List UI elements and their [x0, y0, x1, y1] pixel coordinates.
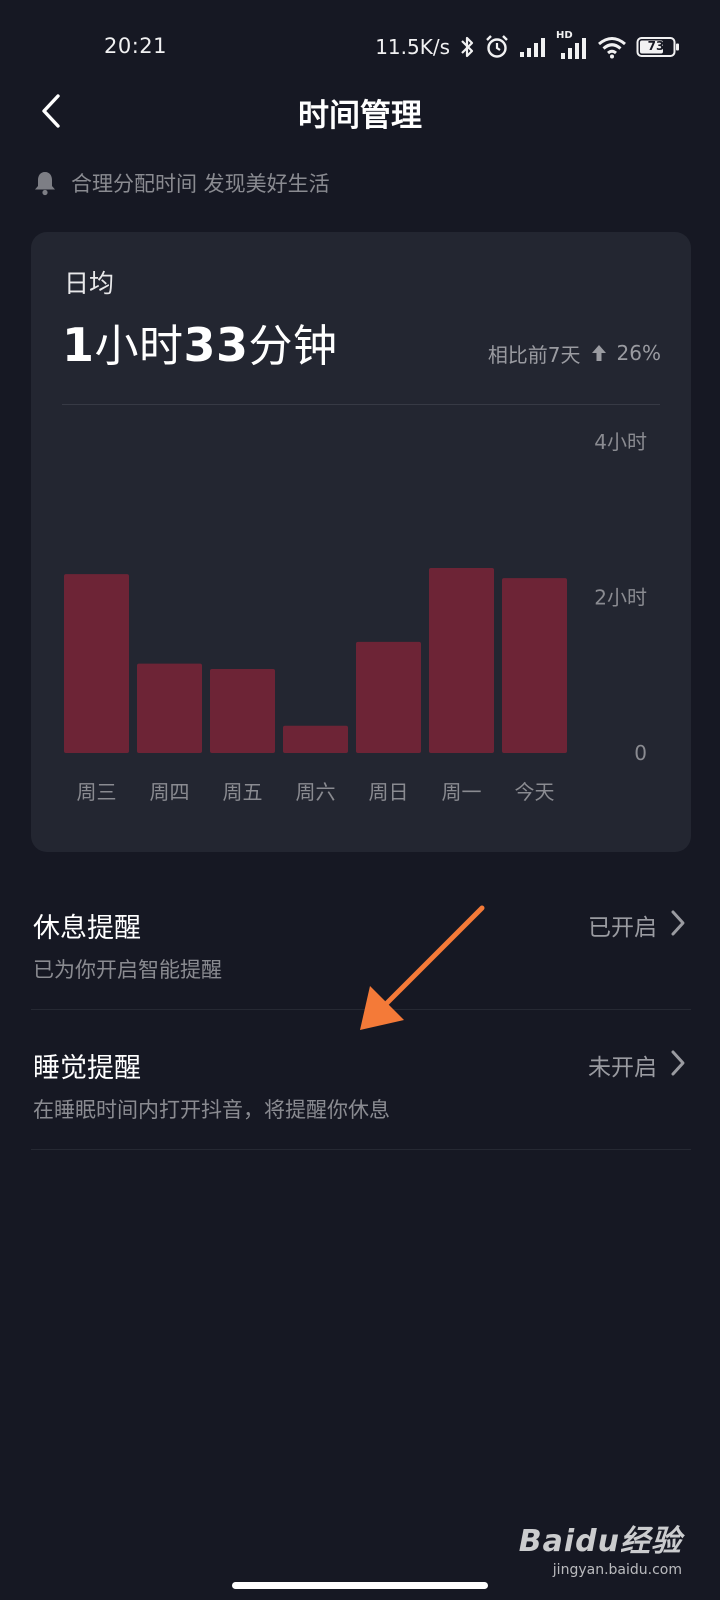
x-tick-label: 周日 — [369, 780, 409, 804]
bar-2 — [210, 669, 275, 753]
bluetooth-icon — [459, 35, 475, 59]
battery-level: 73 — [647, 39, 665, 53]
home-indicator[interactable] — [232, 1582, 488, 1589]
bar-6 — [502, 578, 567, 753]
x-tick-label: 周五 — [223, 780, 263, 804]
rest-reminder-title: 休息提醒 — [33, 913, 141, 944]
annotation-arrow-icon — [360, 905, 485, 1030]
wifi-icon — [597, 35, 627, 59]
bar-3 — [283, 725, 348, 753]
page-title: 时间管理 — [298, 98, 422, 134]
x-tick-label: 周六 — [296, 780, 336, 804]
x-tick-label: 今天 — [515, 780, 555, 804]
sleep-reminder-title: 睡觉提醒 — [33, 1053, 141, 1084]
x-tick-label: 周一 — [442, 780, 482, 804]
tip-text: 合理分配时间 发现美好生活 — [71, 172, 330, 196]
x-tick-label: 周三 — [77, 780, 117, 804]
baidu-watermark: Baidu经验 jingyan.baidu.com — [519, 1516, 682, 1578]
alarm-icon — [484, 34, 510, 60]
signal-icon — [519, 36, 547, 58]
x-tick-label: 周四 — [150, 780, 190, 804]
status-icons: 11.5K/s HD 73 — [375, 30, 680, 62]
chevron-right-icon — [665, 1048, 691, 1078]
rest-reminder-subtitle: 已为你开启智能提醒 — [33, 958, 222, 982]
status-time: 20:21 — [104, 34, 168, 58]
usage-bar-chart: 周三 周四 周五 周六 周日 周一 今天 4小时 2小时 0 — [64, 430, 647, 804]
bar-0 — [64, 574, 129, 753]
network-speed: 11.5K/s — [375, 35, 450, 59]
signal-hd-icon: HD — [556, 30, 588, 60]
chevron-right-icon — [665, 908, 691, 938]
bar-1 — [137, 663, 202, 753]
rest-reminder-status: 已开启 — [588, 915, 657, 941]
hd-badge: HD — [556, 30, 573, 41]
nav-bar: 时间管理 — [0, 80, 720, 144]
y-tick-label: 2小时 — [594, 586, 647, 610]
battery-icon: 73 — [636, 36, 680, 58]
y-tick-label: 0 — [634, 741, 647, 765]
sleep-reminder-status: 未开启 — [588, 1055, 657, 1081]
watermark-url: jingyan.baidu.com — [552, 1562, 682, 1578]
bar-5 — [429, 567, 494, 753]
watermark-logo: Baidu经验 — [518, 1524, 682, 1559]
bar-4 — [356, 641, 421, 753]
bell-icon — [35, 172, 55, 196]
sleep-reminder-subtitle: 在睡眠时间内打开抖音，将提醒你休息 — [33, 1098, 390, 1122]
y-tick-label: 4小时 — [594, 430, 647, 454]
usage-stats-card: 日均 1小时33分钟 相比前7天 26% 周三 周四 周五 周六 周日 周一 今天 4小时 2小… — [31, 232, 691, 852]
tip-banner: 合理分配时间 发现美好生活 — [33, 168, 330, 198]
